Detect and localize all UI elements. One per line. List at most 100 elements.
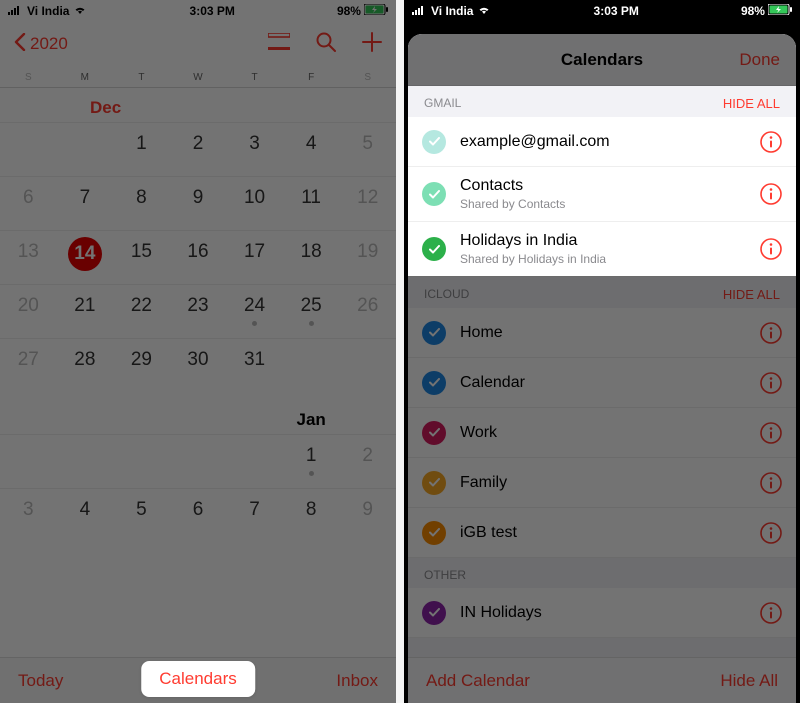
info-icon[interactable]: [760, 183, 782, 205]
calendar-day[interactable]: 20: [0, 284, 57, 338]
check-circle-icon[interactable]: [422, 321, 446, 345]
info-icon[interactable]: [760, 372, 782, 394]
calendar-day[interactable]: 7: [226, 488, 283, 542]
calendar-day[interactable]: 28: [57, 338, 114, 392]
calendar-day[interactable]: 2: [170, 122, 227, 176]
calendar-day[interactable]: 16: [170, 230, 227, 284]
info-icon[interactable]: [760, 131, 782, 153]
calendar-day[interactable]: 23: [170, 284, 227, 338]
calendar-day[interactable]: 1: [113, 122, 170, 176]
calendar-day[interactable]: 9: [339, 488, 396, 542]
day-number: 1: [306, 445, 317, 467]
calendar-day[interactable]: 5: [339, 122, 396, 176]
check-circle-icon[interactable]: [422, 421, 446, 445]
calendar-row[interactable]: Home: [408, 308, 796, 358]
calendar-row[interactable]: IN Holidays: [408, 588, 796, 638]
day-number: 18: [301, 241, 322, 263]
calendar-day[interactable]: 5: [113, 488, 170, 542]
search-icon[interactable]: [316, 32, 336, 57]
sheet-nav: Calendars Done: [408, 34, 796, 86]
calendar-day[interactable]: 26: [339, 284, 396, 338]
calendar-day[interactable]: 18: [283, 230, 340, 284]
calendar-day[interactable]: 13: [0, 230, 57, 284]
done-button[interactable]: Done: [739, 50, 780, 70]
calendar-day[interactable]: 12: [339, 176, 396, 230]
calendar-day[interactable]: 7: [57, 176, 114, 230]
calendar-day[interactable]: 3: [0, 488, 57, 542]
calendar-day[interactable]: 31: [226, 338, 283, 392]
weekday-label: M: [57, 72, 114, 83]
status-time: 3:03 PM: [594, 4, 639, 18]
check-circle-icon[interactable]: [422, 521, 446, 545]
calendar-row[interactable]: Calendar: [408, 358, 796, 408]
check-circle-icon[interactable]: [422, 371, 446, 395]
calendar-day[interactable]: 9: [170, 176, 227, 230]
calendar-day[interactable]: 2: [339, 434, 396, 488]
month-label-jan[interactable]: Jan: [0, 392, 396, 434]
calendar-day[interactable]: 10: [226, 176, 283, 230]
check-circle-icon[interactable]: [422, 130, 446, 154]
check-circle-icon[interactable]: [422, 601, 446, 625]
calendar-day: [0, 434, 57, 488]
day-number: 16: [187, 241, 208, 263]
check-circle-icon[interactable]: [422, 471, 446, 495]
calendar-day[interactable]: 6: [0, 176, 57, 230]
december-grid: 1234567891011121314151617181920212223242…: [0, 122, 396, 392]
calendars-button[interactable]: Calendars: [141, 661, 255, 697]
add-calendar-button[interactable]: Add Calendar: [426, 671, 530, 691]
calendar-day[interactable]: 21: [57, 284, 114, 338]
calendar-day: [0, 122, 57, 176]
calendar-day[interactable]: 17: [226, 230, 283, 284]
check-circle-icon[interactable]: [422, 182, 446, 206]
info-icon[interactable]: [760, 322, 782, 344]
calendar-day[interactable]: 27: [0, 338, 57, 392]
calendar-day[interactable]: 8: [283, 488, 340, 542]
calendar-day[interactable]: 25: [283, 284, 340, 338]
calendar-row[interactable]: Holidays in IndiaShared by Holidays in I…: [408, 222, 796, 277]
calendar-row[interactable]: ContactsShared by Contacts: [408, 167, 796, 222]
calendar-day[interactable]: 4: [57, 488, 114, 542]
calendar-day[interactable]: 24: [226, 284, 283, 338]
day-number: 17: [244, 241, 265, 263]
calendar-row[interactable]: example@gmail.com: [408, 117, 796, 167]
calendar-day[interactable]: 30: [170, 338, 227, 392]
calendar-row[interactable]: Family: [408, 458, 796, 508]
info-icon[interactable]: [760, 522, 782, 544]
info-icon[interactable]: [760, 472, 782, 494]
today-button[interactable]: Today: [18, 671, 63, 691]
list-view-icon[interactable]: [268, 33, 290, 56]
calendar-row-label: iGB test: [460, 524, 760, 542]
section-hide-button[interactable]: HIDE ALL: [723, 96, 780, 111]
inbox-button[interactable]: Inbox: [336, 671, 378, 691]
calendar-day[interactable]: 11: [283, 176, 340, 230]
hide-all-button[interactable]: Hide All: [720, 671, 778, 691]
calendar-row-sublabel: Shared by Contacts: [460, 197, 760, 211]
day-number: 4: [80, 499, 91, 521]
calendar-day[interactable]: 4: [283, 122, 340, 176]
back-year-button[interactable]: 2020: [14, 33, 68, 56]
add-event-icon[interactable]: [362, 32, 382, 57]
section-hide-button[interactable]: HIDE ALL: [723, 287, 780, 302]
section-name: GMAIL: [424, 96, 461, 111]
info-icon[interactable]: [760, 238, 782, 260]
day-number: 11: [301, 187, 321, 209]
calendar-day[interactable]: 6: [170, 488, 227, 542]
calendar-day[interactable]: 15: [113, 230, 170, 284]
weekday-label: S: [339, 72, 396, 83]
weekday-label: T: [226, 72, 283, 83]
day-number: 28: [74, 349, 95, 371]
calendars-sheet-screen: Vi India 3:03 PM 98% Calendars Done GMAI…: [404, 0, 800, 703]
calendar-day[interactable]: 14: [57, 230, 114, 284]
calendar-row[interactable]: iGB test: [408, 508, 796, 558]
info-icon[interactable]: [760, 422, 782, 444]
calendar-day[interactable]: 8: [113, 176, 170, 230]
month-label-dec[interactable]: Dec: [0, 88, 396, 122]
check-circle-icon[interactable]: [422, 237, 446, 261]
calendar-day[interactable]: 1: [283, 434, 340, 488]
calendar-day[interactable]: 3: [226, 122, 283, 176]
calendar-row[interactable]: Work: [408, 408, 796, 458]
calendar-day[interactable]: 22: [113, 284, 170, 338]
info-icon[interactable]: [760, 602, 782, 624]
calendar-day[interactable]: 19: [339, 230, 396, 284]
calendar-day[interactable]: 29: [113, 338, 170, 392]
